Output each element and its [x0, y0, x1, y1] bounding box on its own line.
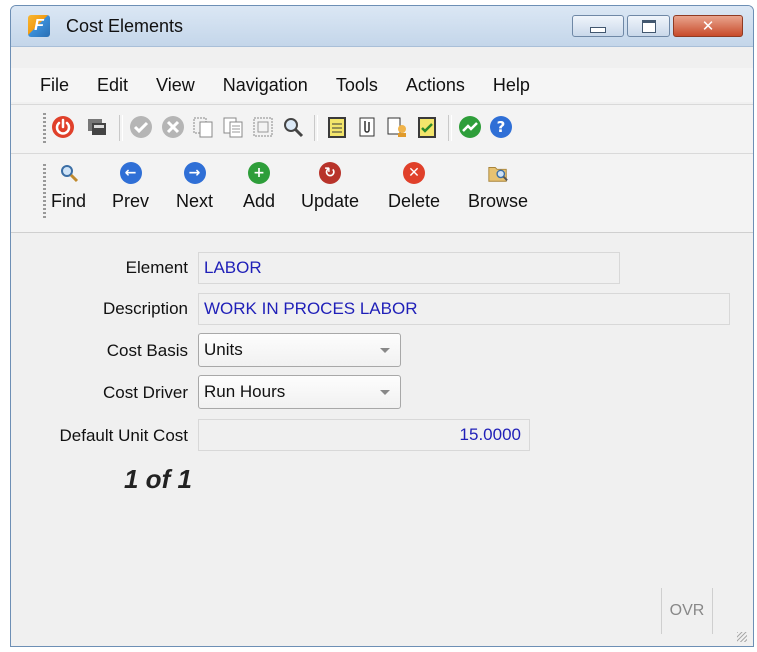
overwrite-mode-indicator: OVR — [661, 588, 713, 634]
check-icon[interactable] — [129, 115, 153, 139]
update-button[interactable]: ↻ Update — [301, 162, 359, 212]
next-icon: → — [183, 162, 206, 184]
next-label: Next — [176, 191, 214, 211]
next-button[interactable]: → Next — [176, 162, 213, 212]
prev-label: Prev — [112, 191, 150, 211]
notes-icon[interactable] — [325, 115, 349, 139]
cost-driver-label: Cost Driver — [102, 383, 188, 402]
chevron-down-icon — [380, 348, 390, 353]
maximize-button[interactable] — [627, 15, 670, 37]
window-title: Cost Elements — [66, 16, 184, 36]
menu-help[interactable]: Help — [493, 75, 530, 96]
cost-driver-select[interactable]: Run Hours — [198, 375, 401, 409]
close-icon: ✕ — [701, 17, 715, 35]
toolbar-separator — [448, 115, 452, 141]
app-icon: F — [28, 15, 50, 37]
prev-icon: ← — [119, 162, 142, 184]
minimize-icon — [590, 27, 606, 33]
cost-driver-value: Run Hours — [204, 382, 286, 401]
power-icon[interactable] — [51, 115, 75, 139]
navigation-toolbar: Find ← Prev → Next + Add ↻ Update ✕ Dele… — [11, 154, 753, 233]
cost-element-form: Element LABOR Description WORK IN PROCES… — [11, 232, 753, 646]
graph-icon[interactable] — [458, 115, 482, 139]
element-label: Element — [125, 258, 188, 277]
find-label: Find — [51, 191, 87, 211]
title-bar[interactable]: F Cost Elements ✕ — [11, 6, 753, 47]
chevron-down-icon — [380, 390, 390, 395]
description-label: Description — [102, 299, 188, 318]
maximize-icon — [641, 19, 656, 33]
close-button[interactable]: ✕ — [673, 15, 743, 37]
main-toolbar: ? — [11, 104, 753, 154]
default-unit-cost-label: Default Unit Cost — [59, 426, 189, 445]
add-icon: + — [248, 162, 271, 184]
select-icon[interactable] — [251, 115, 275, 139]
svg-text:?: ? — [497, 118, 506, 136]
add-label: Add — [243, 191, 276, 211]
help-icon[interactable]: ? — [489, 115, 513, 139]
paste-icon[interactable] — [221, 115, 245, 139]
add-button[interactable]: + Add — [243, 162, 275, 212]
resize-grip[interactable] — [737, 632, 747, 642]
menu-actions[interactable]: Actions — [406, 75, 465, 96]
default-unit-cost-field[interactable]: 15.0000 — [198, 419, 530, 451]
delete-button[interactable]: ✕ Delete — [388, 162, 440, 212]
menu-view[interactable]: View — [156, 75, 195, 96]
toolbar-grip[interactable] — [43, 113, 46, 143]
cost-basis-select[interactable]: Units — [198, 333, 401, 367]
find-button[interactable]: Find — [51, 162, 86, 212]
attach-icon[interactable] — [355, 115, 379, 139]
description-field[interactable]: WORK IN PROCES LABOR — [198, 293, 730, 325]
toolbar-separator — [119, 115, 123, 141]
delete-label: Delete — [388, 191, 441, 211]
browse-folder-icon — [487, 162, 509, 184]
element-field[interactable]: LABOR — [198, 252, 620, 284]
menu-navigation[interactable]: Navigation — [223, 75, 308, 96]
cost-elements-window: F Cost Elements ✕ File Edit View Navigat… — [10, 5, 754, 647]
print-icon[interactable] — [85, 115, 109, 139]
record-position: 1 of 1 — [124, 464, 192, 494]
copy-icon[interactable] — [191, 115, 215, 139]
browse-label: Browse — [468, 191, 529, 211]
menu-edit[interactable]: Edit — [97, 75, 128, 96]
cancel-icon[interactable] — [161, 115, 185, 139]
menu-tools[interactable]: Tools — [336, 75, 378, 96]
cost-basis-value: Units — [204, 340, 243, 359]
toolbar-grip[interactable] — [43, 164, 46, 219]
menu-bar: File Edit View Navigation Tools Actions … — [11, 68, 753, 102]
cost-basis-label: Cost Basis — [106, 341, 188, 360]
delete-icon: ✕ — [403, 162, 426, 184]
menu-file[interactable]: File — [40, 75, 69, 96]
find-icon — [58, 162, 80, 184]
minimize-button[interactable] — [572, 15, 624, 37]
browse-button[interactable]: Browse — [468, 162, 528, 212]
update-icon: ↻ — [319, 162, 342, 184]
zoom-icon[interactable] — [281, 115, 305, 139]
schedule-icon[interactable] — [415, 115, 439, 139]
toolbar-separator — [314, 115, 318, 141]
update-label: Update — [301, 191, 360, 211]
prev-button[interactable]: ← Prev — [112, 162, 149, 212]
user-docs-icon[interactable] — [385, 115, 409, 139]
